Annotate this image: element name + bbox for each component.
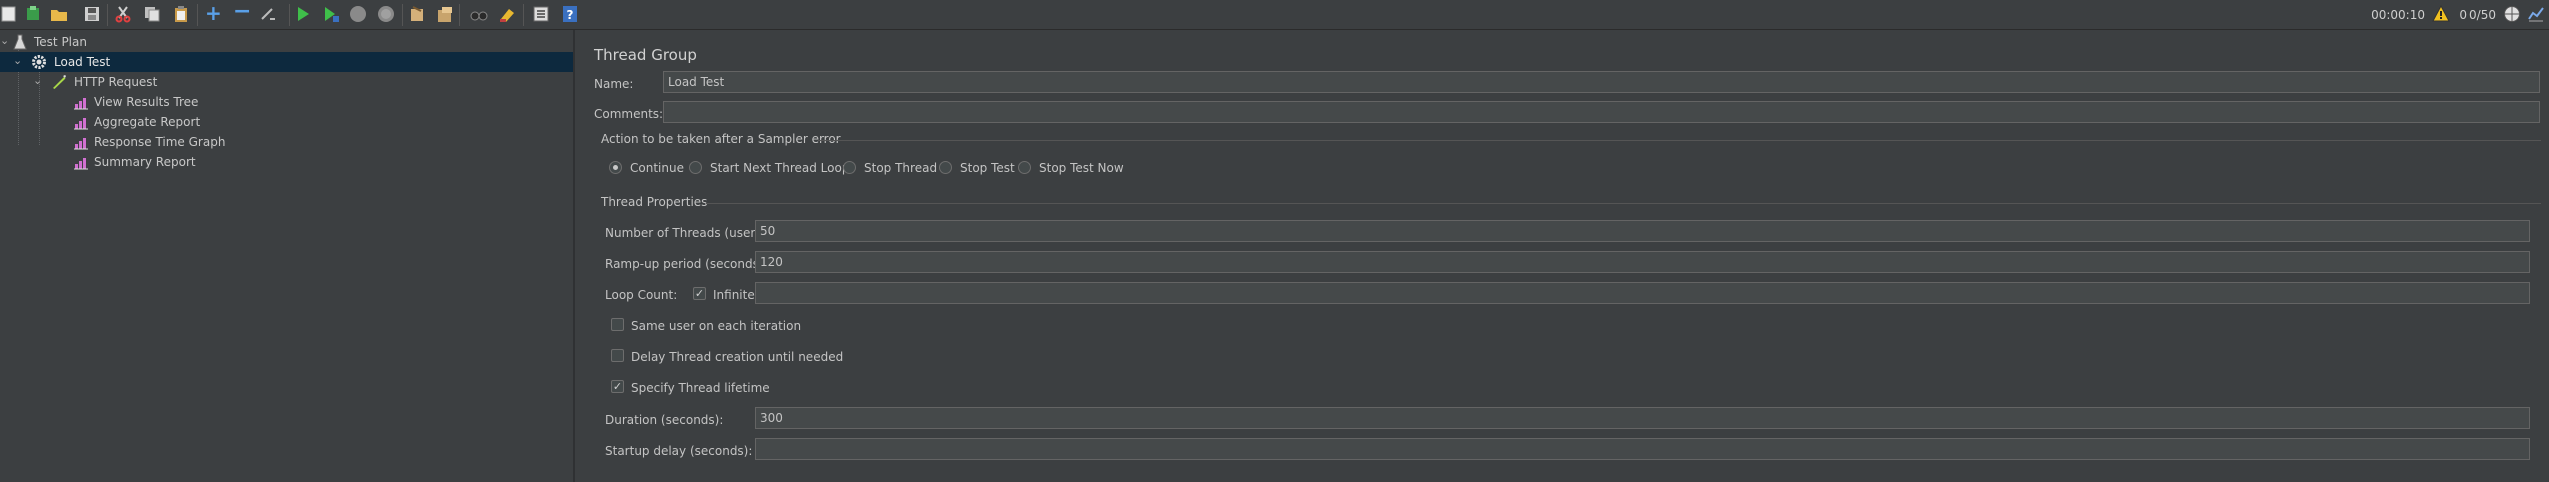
test-plan-tree[interactable]: ⌄ Test Plan ⌄ Load Test ⌄ HTTP Request V… [0,30,575,482]
startup-delay-field[interactable] [755,438,2530,460]
copy-icon[interactable] [143,5,161,23]
start-icon[interactable] [294,5,312,23]
startup-delay-label: Startup delay (seconds): [605,444,753,458]
open-folder-icon[interactable] [50,5,68,23]
duration-field[interactable] [755,407,2530,429]
tree-item-label: HTTP Request [74,75,158,89]
new-file-icon[interactable] [0,5,18,23]
tree-item-summary-report[interactable]: Summary Report [0,152,573,172]
delay-thread-label: Delay Thread creation until needed [631,350,844,364]
listener-graph-icon [74,118,88,130]
expand-all-icon[interactable]: + [205,3,223,23]
warning-icon[interactable] [2432,5,2450,23]
rampup-field[interactable] [755,251,2530,273]
sampler-error-group-title: Action to be taken after a Sampler error [601,132,841,146]
listener-graph-icon [74,98,88,110]
toolbar: + − ? 00:00:10 0 0/50 [0,0,2549,30]
radio-stop-test[interactable] [939,161,952,174]
start-no-pauses-icon[interactable] [322,5,340,23]
name-label: Name: [594,77,634,91]
radio-stop-test-now[interactable] [1018,161,1031,174]
tree-item-label: Load Test [54,55,111,69]
help-icon[interactable]: ? [561,5,579,23]
same-user-label: Same user on each iteration [631,319,802,333]
radio-stop-thread[interactable] [843,161,856,174]
toggle-icon[interactable] [259,5,277,23]
delay-thread-checkbox[interactable] [611,349,624,362]
log-viewer-icon[interactable] [2527,5,2545,23]
tree-item-aggregate-report[interactable]: Aggregate Report [0,112,573,132]
radio-stop-thread-label: Stop Thread [864,161,938,175]
name-field[interactable] [663,71,2540,93]
listener-graph-icon [74,158,88,170]
shutdown-icon[interactable] [377,5,395,23]
save-icon[interactable] [83,5,101,23]
comments-field[interactable] [663,101,2540,123]
paste-icon[interactable] [172,5,190,23]
warning-count: 0 [2459,8,2467,22]
tree-item-label: View Results Tree [94,95,199,109]
same-user-checkbox[interactable] [611,318,624,331]
tree-item-label: Aggregate Report [94,115,201,129]
cut-icon[interactable] [114,5,132,23]
tree-item-http-request[interactable]: ⌄ HTTP Request [0,72,573,92]
chevron-down-icon[interactable]: ⌄ [0,34,12,47]
panel-title: Thread Group [594,46,697,64]
threads-field[interactable] [755,220,2530,242]
tree-item-label: Response Time Graph [94,135,226,149]
tree-item-label: Test Plan [34,35,87,49]
specify-lifetime-checkbox[interactable]: ✓ [611,380,624,393]
loop-count-field[interactable] [755,282,2530,304]
chevron-down-icon[interactable]: ⌄ [13,54,25,67]
svg-text:?: ? [567,8,574,22]
radio-start-next-thread-loop-label: Start Next Thread Loop [710,161,850,175]
tree-item-load-test[interactable]: ⌄ Load Test [0,52,573,72]
tree-item-label: Summary Report [94,155,196,169]
tree-item-response-time-graph[interactable]: Response Time Graph [0,132,573,152]
specify-lifetime-label: Specify Thread lifetime [631,381,770,395]
thread-group-gear-icon [32,55,46,69]
tree-item-view-results-tree[interactable]: View Results Tree [0,92,573,112]
sampler-pen-icon [53,75,66,89]
loop-count-label: Loop Count: [605,288,678,302]
infinite-label: Infinite [713,288,755,302]
rampup-label: Ramp-up period (seconds): [605,257,768,271]
radio-start-next-thread-loop[interactable] [689,161,702,174]
duration-label: Duration (seconds): [605,413,724,427]
thread-properties-group-title: Thread Properties [601,195,708,209]
binoculars-search-icon[interactable] [470,5,488,23]
active-threads-count: 0/50 [2469,8,2496,22]
clear-icon[interactable] [408,5,426,23]
tree-item-test-plan[interactable]: ⌄ Test Plan [0,32,573,52]
thread-group-editor: Thread Group Name: Comments: Action to b… [577,30,2549,482]
function-helper-icon[interactable] [532,5,550,23]
radio-continue-label: Continue [630,161,684,175]
radio-stop-test-label: Stop Test [960,161,1015,175]
stop-icon[interactable] [349,5,367,23]
comments-label: Comments: [594,107,664,121]
chevron-down-icon[interactable]: ⌄ [33,74,45,87]
radio-stop-test-now-label: Stop Test Now [1039,161,1124,175]
elapsed-timer: 00:00:10 [2371,8,2425,22]
listener-graph-icon [74,138,88,150]
threads-label: Number of Threads (users): [605,226,771,240]
collapse-all-icon[interactable]: − [233,1,251,23]
infinite-checkbox[interactable]: ✓ [693,287,706,300]
test-plan-icon [13,34,27,50]
radio-continue[interactable] [609,161,622,174]
clear-all-icon[interactable] [436,5,454,23]
reset-search-icon[interactable] [498,5,516,23]
templates-icon[interactable] [24,5,42,23]
remote-globe-icon[interactable] [2503,5,2521,23]
